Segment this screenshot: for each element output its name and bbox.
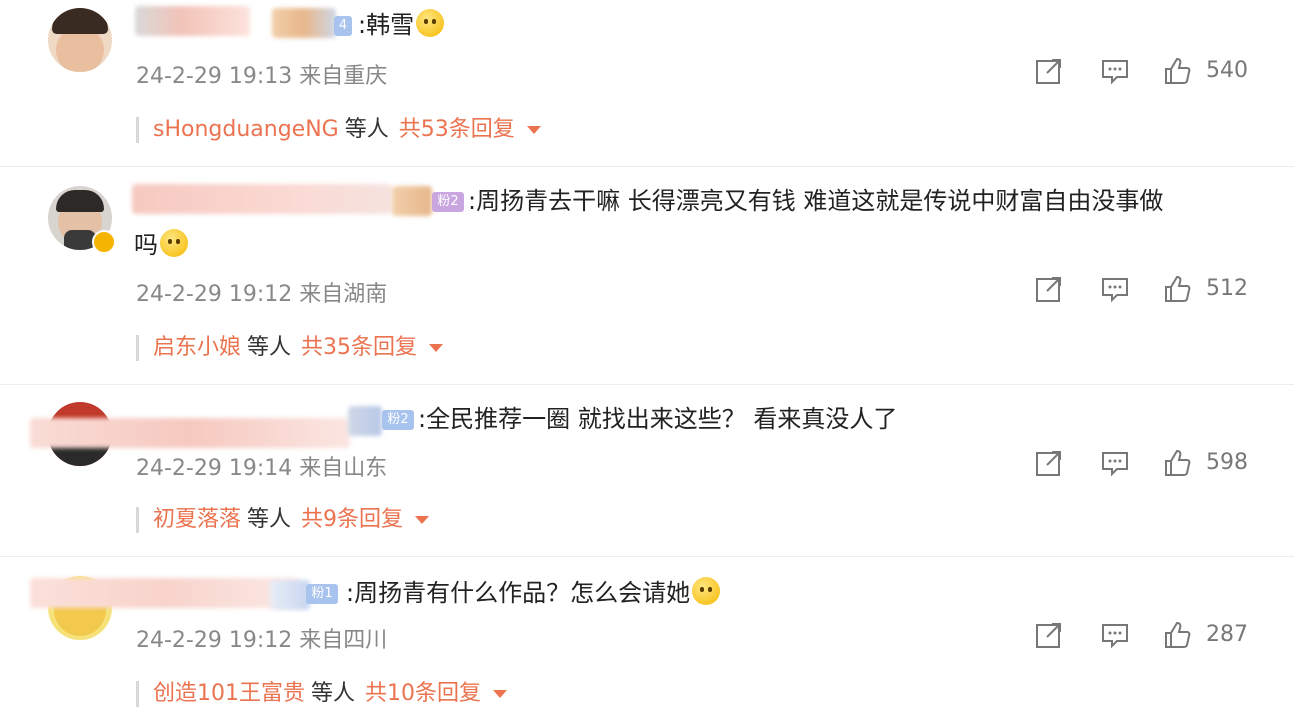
comment-item: 粉2 :周扬青去干嘛 长得漂亮又有钱 难道这就是传说中财富自由没事做 吗 24-… — [0, 166, 1294, 386]
tears-of-joy-emoji — [692, 577, 721, 605]
comment-text: :韩雪 — [358, 8, 445, 42]
username-blurred — [270, 580, 310, 610]
username-blurred — [392, 186, 432, 216]
comment-icon[interactable] — [1100, 274, 1130, 304]
comment-actions: 540 — [1034, 56, 1264, 88]
comment-text: :周扬青有什么作品？怎么会请她 — [346, 576, 721, 610]
comment-icon[interactable] — [1100, 448, 1130, 478]
share-icon[interactable] — [1034, 56, 1064, 86]
grinning-face-emoji — [160, 229, 188, 257]
comment-text: :周扬青去干嘛 长得漂亮又有钱 难道这就是传说中财富自由没事做 — [468, 187, 1164, 215]
comment-meta: 24-2-29 19:13 来自重庆 — [136, 64, 388, 89]
username-blurred[interactable] — [30, 578, 300, 608]
like-count: 598 — [1206, 450, 1248, 475]
comment-text-continued: 吗 — [134, 228, 188, 262]
comment-icon[interactable] — [1100, 620, 1130, 650]
like-icon[interactable] — [1162, 274, 1192, 304]
like-icon[interactable] — [1162, 448, 1192, 478]
username-blurred[interactable] — [132, 184, 392, 214]
reply-summary[interactable]: 创造101王富贵 等人 共10条回复 — [136, 680, 508, 708]
comment-meta: 24-2-29 19:12 来自湖南 — [136, 282, 388, 307]
comment-item: 4 :韩雪 24-2-29 19:13 来自重庆 540 sHongduange… — [0, 0, 1294, 160]
chevron-down-icon[interactable] — [526, 126, 541, 134]
reply-bar — [136, 117, 139, 143]
share-icon[interactable] — [1034, 448, 1064, 478]
reply-count[interactable]: 共10条回复 — [365, 681, 481, 706]
reply-summary[interactable]: 初夏落落 等人 共9条回复 — [136, 506, 430, 534]
share-icon[interactable] — [1034, 274, 1064, 304]
username-blurred — [348, 406, 382, 436]
reply-summary[interactable]: sHongduangeNG 等人 共53条回复 — [136, 116, 541, 144]
username-blurred — [272, 8, 336, 38]
verified-badge-icon — [92, 230, 116, 254]
reply-bar — [136, 507, 139, 533]
like-count: 287 — [1206, 622, 1248, 647]
fan-badge: 粉2 — [432, 192, 464, 212]
like-count: 540 — [1206, 58, 1248, 83]
comment-meta: 24-2-29 19:12 来自四川 — [136, 628, 388, 653]
reply-count[interactable]: 共9条回复 — [301, 507, 403, 532]
reply-count[interactable]: 共53条回复 — [399, 117, 515, 142]
comment-actions: 287 — [1034, 620, 1264, 652]
comment-icon[interactable] — [1100, 56, 1130, 86]
chevron-down-icon[interactable] — [429, 344, 444, 352]
surprised-face-emoji — [416, 9, 445, 37]
comment-actions: 598 — [1034, 448, 1264, 480]
comment-item: 粉1 :周扬青有什么作品？怎么会请她 24-2-29 19:12 来自四川 28… — [0, 556, 1294, 716]
like-count: 512 — [1206, 276, 1248, 301]
fan-badge: 粉2 — [382, 410, 414, 430]
reply-user[interactable]: 初夏落落 — [153, 507, 241, 532]
comment-meta: 24-2-29 19:14 来自山东 — [136, 456, 388, 481]
username-blurred[interactable] — [30, 418, 350, 448]
comment-actions: 512 — [1034, 274, 1264, 306]
avatar[interactable] — [48, 8, 112, 72]
comment-text: :全民推荐一圈 就找出来这些？ 看来真没人了 — [418, 405, 898, 433]
chevron-down-icon[interactable] — [415, 516, 430, 524]
reply-user[interactable]: 启东小娘 — [153, 335, 241, 360]
username-blurred[interactable] — [135, 6, 250, 36]
reply-user[interactable]: 创造101王富贵 — [153, 681, 305, 706]
chevron-down-icon[interactable] — [493, 690, 508, 698]
reply-user[interactable]: sHongduangeNG — [153, 117, 339, 142]
like-icon[interactable] — [1162, 56, 1192, 86]
fan-badge: 粉1 — [306, 584, 338, 604]
reply-bar — [136, 335, 139, 361]
fan-badge: 4 — [334, 16, 352, 36]
reply-summary[interactable]: 启东小娘 等人 共35条回复 — [136, 334, 444, 362]
comment-item: 粉2 :全民推荐一圈 就找出来这些？ 看来真没人了 24-2-29 19:14 … — [0, 384, 1294, 550]
like-icon[interactable] — [1162, 620, 1192, 650]
reply-bar — [136, 681, 139, 707]
share-icon[interactable] — [1034, 620, 1064, 650]
reply-count[interactable]: 共35条回复 — [301, 335, 417, 360]
